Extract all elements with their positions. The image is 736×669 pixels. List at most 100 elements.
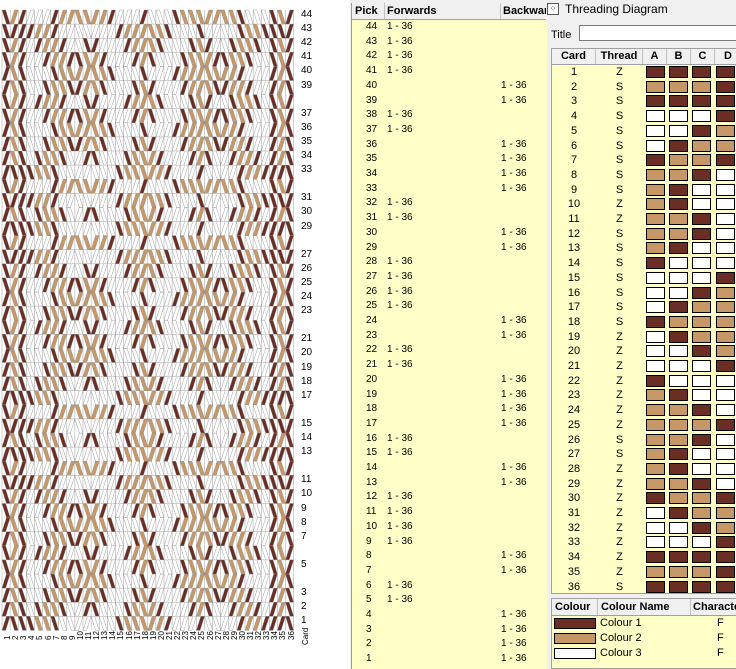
card-row[interactable]: 11 Z: [552, 212, 736, 227]
pick-row[interactable]: 17 1 - 36: [352, 417, 547, 432]
hole-a-colour-cell[interactable]: [646, 507, 665, 519]
hole-d-colour-cell[interactable]: [716, 433, 735, 446]
hole-a-colour-cell[interactable]: [646, 389, 665, 402]
card-row[interactable]: 5S: [552, 124, 736, 139]
hole-c-colour-cell[interactable]: [692, 183, 711, 196]
colour-row[interactable]: Colour 3F: [552, 646, 736, 661]
thread-direction[interactable]: Z: [596, 506, 643, 520]
thread-direction[interactable]: Z: [596, 403, 643, 417]
thread-direction[interactable]: Z: [596, 462, 643, 476]
hole-b-colour-cell[interactable]: [669, 360, 688, 372]
pick-row[interactable]: 44 1 - 36: [352, 20, 547, 35]
thread-direction[interactable]: S: [596, 183, 643, 197]
pick-row[interactable]: 25 1 - 36: [352, 299, 547, 314]
pick-row[interactable]: 33 1 - 36: [352, 182, 547, 197]
pick-row[interactable]: 15 1 - 36: [352, 446, 547, 461]
card-row[interactable]: 17 S: [552, 300, 736, 315]
hole-a-colour-cell[interactable]: [646, 154, 665, 167]
colour-name-column-header[interactable]: Colour Name: [598, 599, 691, 615]
hole-c-colour-cell[interactable]: [692, 521, 711, 534]
thread-direction[interactable]: S: [596, 109, 643, 123]
hole-b-colour-cell[interactable]: [669, 433, 688, 446]
hole-d-colour-cell[interactable]: [716, 580, 735, 593]
hole-b-colour-cell[interactable]: [669, 198, 688, 211]
hole-a-colour-cell[interactable]: [646, 66, 665, 78]
hole-c-colour-cell[interactable]: [692, 404, 711, 417]
pick-row[interactable]: 40 1 - 36: [352, 79, 547, 94]
hole-d-colour-cell[interactable]: [716, 565, 735, 578]
pick-row[interactable]: 37 1 - 36: [352, 123, 547, 138]
hole-a-colour-cell[interactable]: [646, 360, 665, 372]
hole-c-colour-cell[interactable]: [692, 477, 711, 490]
pick-row[interactable]: 23 1 - 36: [352, 329, 547, 344]
card-row[interactable]: 12 S: [552, 227, 736, 242]
hole-a-colour-cell[interactable]: [646, 110, 665, 123]
pick-row[interactable]: 51 - 36: [352, 593, 547, 608]
title-input[interactable]: [579, 25, 736, 41]
card-row[interactable]: 7S: [552, 153, 736, 168]
hole-a-colour-cell[interactable]: [646, 492, 665, 505]
hole-b-colour-cell[interactable]: [669, 271, 688, 284]
thread-direction[interactable]: S: [596, 286, 643, 300]
card-row[interactable]: 6S: [552, 139, 736, 154]
card-row[interactable]: 26 S: [552, 433, 736, 448]
hole-a-colour-cell[interactable]: [646, 462, 665, 475]
hole-c-colour-cell[interactable]: [692, 462, 711, 475]
card-row[interactable]: 3S: [552, 94, 736, 109]
thread-direction[interactable]: Z: [596, 550, 643, 564]
hole-c-colour-cell[interactable]: [692, 360, 711, 372]
hole-c-colour-cell[interactable]: [692, 110, 711, 123]
card-row[interactable]: 30 Z: [552, 491, 736, 506]
pick-row[interactable]: 91 - 36: [352, 535, 547, 550]
pick-row[interactable]: 21 - 36: [352, 637, 547, 652]
hole-b-colour-cell[interactable]: [669, 477, 688, 490]
card-row[interactable]: 15 S: [552, 271, 736, 286]
hole-a-colour-cell[interactable]: [646, 330, 665, 343]
hole-d-colour-cell[interactable]: [716, 374, 735, 387]
pick-row[interactable]: 36 1 - 36: [352, 138, 547, 153]
hole-b-colour-cell[interactable]: [669, 330, 688, 343]
card-row[interactable]: 14 S: [552, 256, 736, 271]
hole-d-colour-cell[interactable]: [716, 183, 735, 196]
hole-d-colour-cell[interactable]: [716, 139, 735, 152]
hole-b-colour-cell[interactable]: [669, 286, 688, 299]
hole-b-colour-cell[interactable]: [669, 242, 688, 255]
hole-d-colour-cell[interactable]: [716, 315, 735, 328]
hole-c-colour-cell[interactable]: [692, 492, 711, 505]
hole-b-colour-cell[interactable]: [669, 139, 688, 152]
hole-b-colour-cell[interactable]: [669, 492, 688, 505]
hole-d-colour-cell[interactable]: [716, 286, 735, 299]
pick-row[interactable]: 30 1 - 36: [352, 226, 547, 241]
hole-c-colour-cell[interactable]: [692, 565, 711, 578]
forwards-column-header[interactable]: Forwards: [384, 3, 501, 19]
hole-d-colour-cell[interactable]: [716, 477, 735, 490]
hole-b-colour-cell[interactable]: [669, 462, 688, 475]
hole-d-colour-cell[interactable]: [716, 242, 735, 255]
hole-d-colour-cell[interactable]: [716, 110, 735, 123]
colour-swatch[interactable]: [554, 633, 596, 644]
hole-d-colour-cell[interactable]: [716, 330, 735, 343]
hole-c-colour-cell[interactable]: [692, 227, 711, 240]
hole-d-colour-cell[interactable]: [716, 536, 735, 549]
thread-direction[interactable]: S: [596, 227, 643, 241]
hole-d-colour-cell[interactable]: [716, 66, 735, 78]
hole-a-colour-cell[interactable]: [646, 124, 665, 137]
hole-d-colour-cell[interactable]: [716, 257, 735, 270]
pick-row[interactable]: 31 1 - 36: [352, 211, 547, 226]
hole-b-colour-cell[interactable]: [669, 80, 688, 93]
hole-d-colour-cell[interactable]: [716, 213, 735, 225]
hole-b-colour-cell[interactable]: [669, 389, 688, 402]
hole-d-colour-cell[interactable]: [716, 462, 735, 475]
thread-direction[interactable]: Z: [596, 212, 643, 226]
hole-c-colour-cell[interactable]: [692, 507, 711, 519]
hole-c-colour-cell[interactable]: [692, 433, 711, 446]
card-row[interactable]: 28 Z: [552, 462, 736, 477]
card-row[interactable]: 23 Z: [552, 388, 736, 403]
hole-b-colour-cell[interactable]: [669, 374, 688, 387]
hole-d-colour-cell[interactable]: [716, 389, 735, 402]
thread-direction[interactable]: Z: [596, 565, 643, 579]
hole-a-colour-cell[interactable]: [646, 301, 665, 314]
card-row[interactable]: 25 Z: [552, 418, 736, 433]
hole-a-colour-cell[interactable]: [646, 198, 665, 211]
hole-d-colour-cell[interactable]: [716, 448, 735, 461]
